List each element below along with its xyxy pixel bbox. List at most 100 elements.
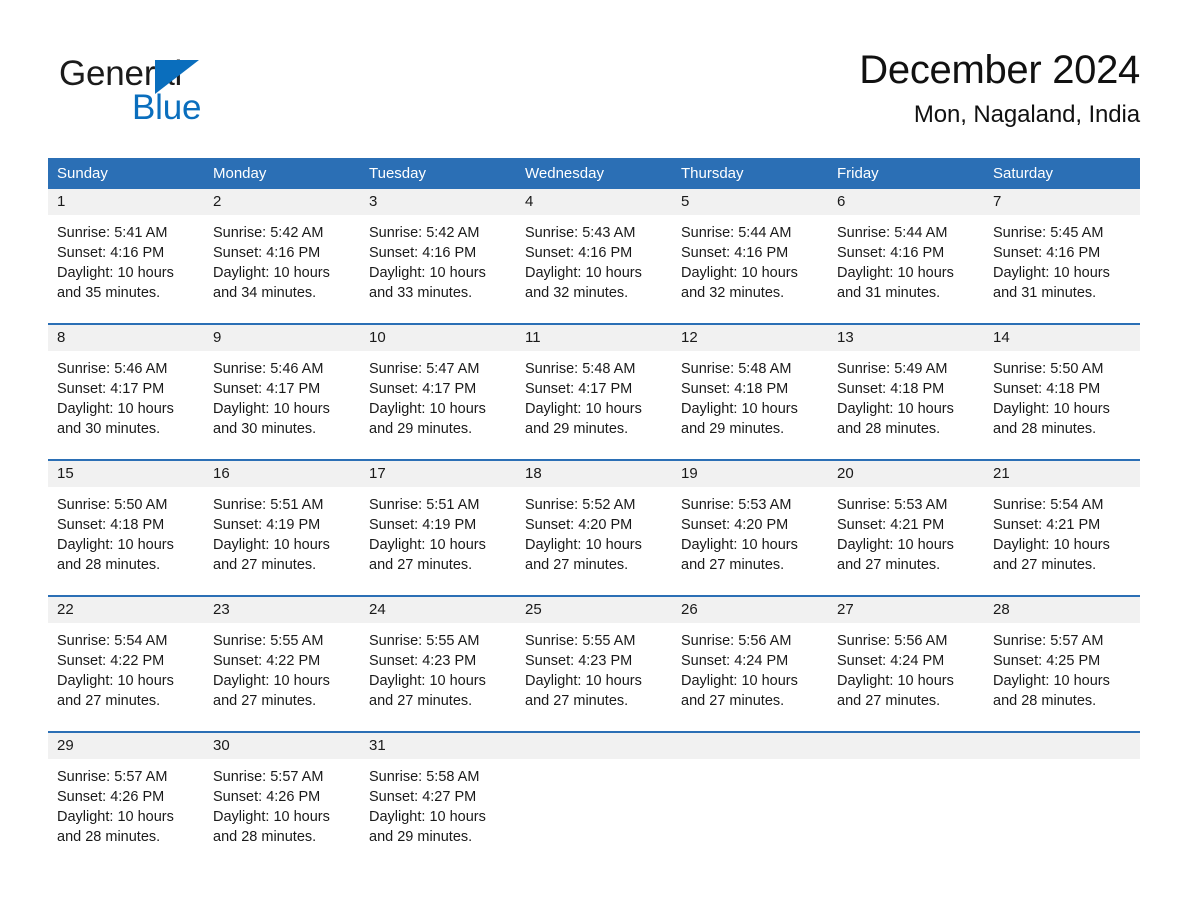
calendar-cell[interactable]: Sunrise: 5:43 AM Sunset: 4:16 PM Daylight:… bbox=[516, 215, 672, 323]
calendar-cell[interactable]: Sunrise: 5:56 AM Sunset: 4:24 PM Daylight:… bbox=[672, 623, 828, 731]
day-number[interactable]: 4 bbox=[516, 189, 672, 215]
calendar-weeks: 1 2 3 4 5 6 7 Sunrise: 5:41 AM Sunset: 4:16 PM Da… bbox=[48, 189, 1140, 869]
sunrise-text: Sunrise: 5:43 AM bbox=[525, 225, 636, 241]
day-number[interactable]: 8 bbox=[48, 325, 204, 351]
calendar-cell[interactable]: Sunrise: 5:55 AM Sunset: 4:22 PM Daylight:… bbox=[204, 623, 360, 731]
weekday-header-saturday: Saturday bbox=[993, 165, 1054, 182]
daylight-text: and 33 minutes. bbox=[369, 285, 473, 301]
sunrise-text: Sunrise: 5:50 AM bbox=[993, 361, 1104, 377]
day-number[interactable]: 19 bbox=[672, 461, 828, 487]
day-number[interactable]: 24 bbox=[360, 597, 516, 623]
calendar-week-row: 29 30 31 Sunrise: 5:57 AM Sunset: 4:26 PM Day… bbox=[48, 731, 1140, 869]
day-number[interactable]: 26 bbox=[672, 597, 828, 623]
day-number[interactable]: 17 bbox=[360, 461, 516, 487]
calendar-cell[interactable]: Sunrise: 5:42 AM Sunset: 4:16 PM Daylight:… bbox=[360, 215, 516, 323]
day-number[interactable]: 23 bbox=[204, 597, 360, 623]
title-block: December 2024 Mon, Nagaland, India bbox=[859, 44, 1140, 132]
calendar-cell[interactable]: Sunrise: 5:57 AM Sunset: 4:26 PM Daylight:… bbox=[204, 759, 360, 869]
daylight-text: and 28 minutes. bbox=[57, 829, 161, 845]
calendar-cell[interactable]: Sunrise: 5:53 AM Sunset: 4:20 PM Daylight:… bbox=[672, 487, 828, 595]
day-number[interactable]: 13 bbox=[828, 325, 984, 351]
day-number[interactable]: 31 bbox=[360, 733, 516, 759]
calendar-cell[interactable]: Sunrise: 5:42 AM Sunset: 4:16 PM Daylight:… bbox=[204, 215, 360, 323]
general-blue-logo[interactable]: General Blue bbox=[59, 54, 259, 134]
day-number[interactable]: 25 bbox=[516, 597, 672, 623]
day-number[interactable]: 21 bbox=[984, 461, 1140, 487]
sunrise-text: Sunrise: 5:54 AM bbox=[993, 497, 1104, 513]
calendar-cell[interactable]: Sunrise: 5:55 AM Sunset: 4:23 PM Daylight:… bbox=[516, 623, 672, 731]
calendar-cell[interactable]: Sunrise: 5:44 AM Sunset: 4:16 PM Daylight:… bbox=[672, 215, 828, 323]
calendar-cell[interactable]: Sunrise: 5:54 AM Sunset: 4:22 PM Daylight:… bbox=[48, 623, 204, 731]
day-number[interactable]: 18 bbox=[516, 461, 672, 487]
weekday-header-monday: Monday bbox=[213, 165, 267, 182]
daylight-text: Daylight: 10 hours bbox=[57, 809, 174, 825]
sunrise-text: Sunrise: 5:55 AM bbox=[213, 633, 324, 649]
day-number[interactable]: 27 bbox=[828, 597, 984, 623]
calendar-cell[interactable]: Sunrise: 5:46 AM Sunset: 4:17 PM Daylight:… bbox=[204, 351, 360, 459]
day-number[interactable]: 7 bbox=[984, 189, 1140, 215]
calendar-cell[interactable]: Sunrise: 5:51 AM Sunset: 4:19 PM Daylight:… bbox=[204, 487, 360, 595]
day-number-band: 29 30 31 bbox=[48, 733, 1140, 759]
daylight-text: Daylight: 10 hours bbox=[57, 537, 174, 553]
day-number[interactable]: 30 bbox=[204, 733, 360, 759]
calendar-cell[interactable]: Sunrise: 5:41 AM Sunset: 4:16 PM Daylight:… bbox=[48, 215, 204, 323]
sunset-text: Sunset: 4:24 PM bbox=[837, 653, 945, 669]
sunrise-text: Sunrise: 5:47 AM bbox=[369, 361, 480, 377]
daylight-text: Daylight: 10 hours bbox=[681, 537, 798, 553]
sunset-text: Sunset: 4:22 PM bbox=[57, 653, 165, 669]
calendar-cell[interactable]: Sunrise: 5:48 AM Sunset: 4:17 PM Daylight:… bbox=[516, 351, 672, 459]
calendar-cell[interactable]: Sunrise: 5:52 AM Sunset: 4:20 PM Daylight:… bbox=[516, 487, 672, 595]
calendar-cell[interactable]: Sunrise: 5:55 AM Sunset: 4:23 PM Daylight:… bbox=[360, 623, 516, 731]
day-number[interactable]: 9 bbox=[204, 325, 360, 351]
calendar-cell[interactable]: Sunrise: 5:50 AM Sunset: 4:18 PM Daylight:… bbox=[984, 351, 1140, 459]
sunrise-text: Sunrise: 5:51 AM bbox=[213, 497, 324, 513]
day-number[interactable]: 22 bbox=[48, 597, 204, 623]
calendar-cell[interactable]: Sunrise: 5:49 AM Sunset: 4:18 PM Daylight:… bbox=[828, 351, 984, 459]
calendar-cell[interactable]: Sunrise: 5:46 AM Sunset: 4:17 PM Daylight:… bbox=[48, 351, 204, 459]
calendar-cell[interactable]: Sunrise: 5:44 AM Sunset: 4:16 PM Daylight:… bbox=[828, 215, 984, 323]
sunset-text: Sunset: 4:24 PM bbox=[681, 653, 789, 669]
calendar-cell[interactable]: Sunrise: 5:54 AM Sunset: 4:21 PM Daylight:… bbox=[984, 487, 1140, 595]
calendar-cell[interactable]: Sunrise: 5:50 AM Sunset: 4:18 PM Daylight:… bbox=[48, 487, 204, 595]
day-number[interactable]: 11 bbox=[516, 325, 672, 351]
day-number[interactable]: 5 bbox=[672, 189, 828, 215]
sunset-text: Sunset: 4:16 PM bbox=[681, 245, 789, 261]
sunset-text: Sunset: 4:23 PM bbox=[369, 653, 477, 669]
calendar-cell[interactable]: Sunrise: 5:51 AM Sunset: 4:19 PM Daylight:… bbox=[360, 487, 516, 595]
calendar-cell[interactable]: Sunrise: 5:48 AM Sunset: 4:18 PM Daylight:… bbox=[672, 351, 828, 459]
daylight-text: Daylight: 10 hours bbox=[993, 401, 1110, 417]
day-number[interactable]: 15 bbox=[48, 461, 204, 487]
day-number[interactable]: 10 bbox=[360, 325, 516, 351]
calendar-cell[interactable]: Sunrise: 5:53 AM Sunset: 4:21 PM Daylight:… bbox=[828, 487, 984, 595]
sunset-text: Sunset: 4:20 PM bbox=[681, 517, 789, 533]
day-number[interactable]: 28 bbox=[984, 597, 1140, 623]
day-number[interactable]: 20 bbox=[828, 461, 984, 487]
day-number[interactable]: 3 bbox=[360, 189, 516, 215]
sunrise-text: Sunrise: 5:42 AM bbox=[369, 225, 480, 241]
day-number[interactable]: 29 bbox=[48, 733, 204, 759]
calendar-cell[interactable]: Sunrise: 5:47 AM Sunset: 4:17 PM Daylight:… bbox=[360, 351, 516, 459]
calendar-cell[interactable]: Sunrise: 5:58 AM Sunset: 4:27 PM Daylight:… bbox=[360, 759, 516, 869]
sunrise-text: Sunrise: 5:49 AM bbox=[837, 361, 948, 377]
daylight-text: Daylight: 10 hours bbox=[993, 537, 1110, 553]
sunrise-text: Sunrise: 5:50 AM bbox=[57, 497, 168, 513]
calendar-cell[interactable]: Sunrise: 5:45 AM Sunset: 4:16 PM Daylight:… bbox=[984, 215, 1140, 323]
sunrise-text: Sunrise: 5:54 AM bbox=[57, 633, 168, 649]
day-number[interactable]: 16 bbox=[204, 461, 360, 487]
day-number[interactable]: 2 bbox=[204, 189, 360, 215]
sunset-text: Sunset: 4:16 PM bbox=[57, 245, 165, 261]
day-number[interactable]: 6 bbox=[828, 189, 984, 215]
daylight-text: and 27 minutes. bbox=[837, 693, 941, 709]
calendar-cell[interactable]: Sunrise: 5:57 AM Sunset: 4:25 PM Daylight:… bbox=[984, 623, 1140, 731]
day-number[interactable]: 12 bbox=[672, 325, 828, 351]
day-detail-row: Sunrise: 5:54 AM Sunset: 4:22 PM Daylight:… bbox=[48, 623, 1140, 731]
sunset-text: Sunset: 4:20 PM bbox=[525, 517, 633, 533]
day-detail-row: Sunrise: 5:50 AM Sunset: 4:18 PM Daylight:… bbox=[48, 487, 1140, 595]
day-number-empty bbox=[672, 733, 828, 759]
day-number[interactable]: 14 bbox=[984, 325, 1140, 351]
day-number[interactable]: 1 bbox=[48, 189, 204, 215]
calendar-cell[interactable]: Sunrise: 5:57 AM Sunset: 4:26 PM Daylight:… bbox=[48, 759, 204, 869]
daylight-text: and 27 minutes. bbox=[525, 693, 629, 709]
sunset-text: Sunset: 4:16 PM bbox=[213, 245, 321, 261]
calendar-cell[interactable]: Sunrise: 5:56 AM Sunset: 4:24 PM Daylight:… bbox=[828, 623, 984, 731]
